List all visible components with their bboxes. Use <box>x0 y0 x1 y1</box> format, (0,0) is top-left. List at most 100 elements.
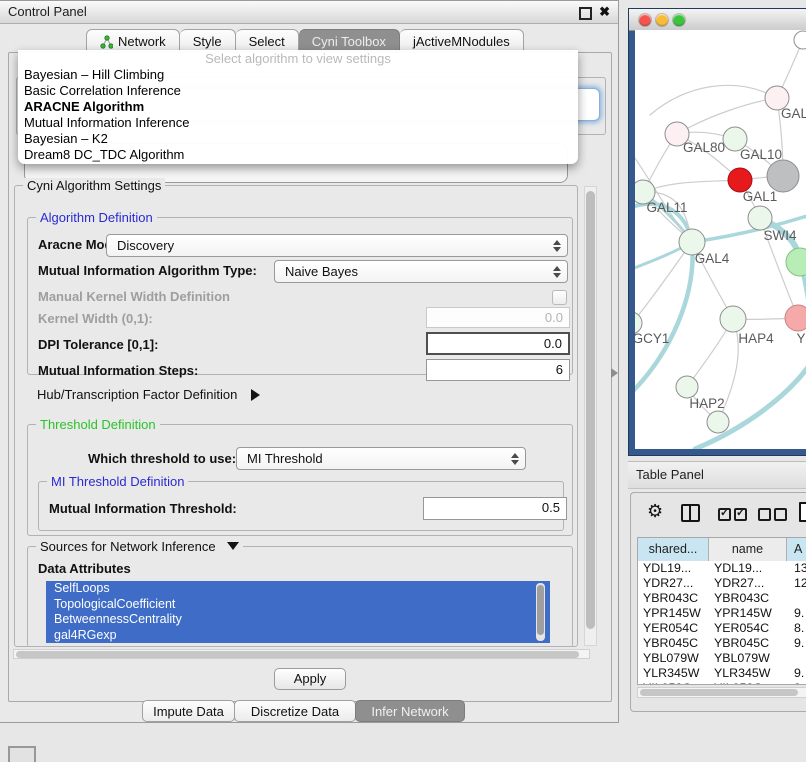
network-node[interactable] <box>748 206 772 230</box>
table-row[interactable]: YLR345WYLR345W9. <box>638 666 806 681</box>
column-header-shared-name[interactable]: shared... <box>638 538 709 561</box>
column-header-partial[interactable]: A <box>787 538 806 561</box>
mi-algorithm-type-combobox[interactable]: Naive Bayes <box>274 260 568 283</box>
desktop-widget-icon[interactable] <box>8 746 36 762</box>
table-cell[interactable]: YIL052C <box>709 681 787 685</box>
table-horizontal-scrollbar[interactable] <box>637 687 806 698</box>
which-threshold-combobox[interactable]: MI Threshold <box>236 447 526 470</box>
deselect-all-checkbox-icon[interactable] <box>774 508 787 521</box>
table-cell[interactable]: YPR145W <box>638 606 709 621</box>
algorithm-option[interactable]: ARACNE Algorithm <box>18 99 578 115</box>
mi-threshold-input[interactable]: 0.5 <box>423 497 567 520</box>
table-cell[interactable]: YBR045C <box>638 636 709 651</box>
sources-title-text: Sources for Network Inference <box>40 539 216 554</box>
minimize-traffic-light-icon[interactable] <box>656 14 668 26</box>
table-cell[interactable]: YBL079W <box>638 651 709 666</box>
attribute-list-item[interactable]: gal4RGexp <box>46 628 550 644</box>
algorithm-option-list: Bayesian – Hill ClimbingBasic Correlatio… <box>18 67 578 163</box>
cyni-toolbox-panel: Select algorithm to view settings Bayesi… <box>8 52 612 702</box>
network-node[interactable] <box>720 306 746 332</box>
table-cell[interactable]: 12 <box>787 576 806 591</box>
table-row[interactable]: YIL052CYIL052C9. <box>638 681 806 685</box>
float-window-icon[interactable] <box>579 7 592 20</box>
table-cell[interactable]: YER054C <box>638 621 709 636</box>
dpi-tolerance-input[interactable]: 0.0 <box>426 332 570 355</box>
algorithm-option[interactable]: Bayesian – K2 <box>18 131 578 147</box>
table-cell[interactable]: 9. <box>787 606 806 621</box>
table-cell[interactable]: YBR045C <box>709 636 787 651</box>
table-cell[interactable]: YBR043C <box>638 591 709 606</box>
table-row[interactable]: YDL19...YDL19...13 <box>638 561 806 576</box>
column-header-name[interactable]: name <box>709 538 787 561</box>
network-node[interactable] <box>767 160 799 192</box>
tab-impute-data[interactable]: Impute Data <box>142 700 235 722</box>
table-cell[interactable]: YDR27... <box>638 576 709 591</box>
algorithm-option[interactable]: Dream8 DC_TDC Algorithm <box>18 147 578 163</box>
manual-kernel-checkbox[interactable] <box>552 290 567 305</box>
network-node[interactable] <box>676 376 698 398</box>
network-node[interactable] <box>707 411 729 433</box>
aracne-mode-value: Discovery <box>117 238 174 253</box>
select-all-checkbox-icon[interactable] <box>718 508 731 521</box>
table-cell[interactable] <box>787 651 806 666</box>
table-row[interactable]: YER054CYER054C8. <box>638 621 806 636</box>
apply-button[interactable]: Apply <box>274 668 346 690</box>
gear-icon[interactable]: ⚙ <box>647 502 663 520</box>
table-cell[interactable]: YER054C <box>709 621 787 636</box>
aracne-mode-combobox[interactable]: Discovery <box>106 234 568 257</box>
attribute-list-item[interactable]: SelfLoops <box>46 581 550 597</box>
network-node[interactable] <box>785 305 806 331</box>
table-row[interactable]: YDR27...YDR27...12 <box>638 576 806 591</box>
tab-infer-network[interactable]: Infer Network <box>355 700 465 722</box>
table-row[interactable]: YBR045CYBR045C9. <box>638 636 806 651</box>
mi-steps-input[interactable]: 6 <box>426 359 570 381</box>
table-cell[interactable]: YLR345W <box>709 666 787 681</box>
document-icon[interactable] <box>799 502 806 522</box>
deselect-all-checkbox-icon[interactable] <box>758 508 771 521</box>
table-cell[interactable]: YDR27... <box>709 576 787 591</box>
control-panel-tab-bar: Network Style Select Cyni Toolbox jActiv… <box>86 29 524 52</box>
table-cell[interactable]: 9. <box>787 636 806 651</box>
tab-discretize-data[interactable]: Discretize Data <box>234 700 356 722</box>
collapse-arrow-icon[interactable] <box>227 542 239 550</box>
table-cell[interactable]: 9. <box>787 681 806 685</box>
close-icon[interactable]: ✖ <box>599 4 610 20</box>
table-cell[interactable] <box>787 591 806 606</box>
columns-icon[interactable] <box>681 504 700 522</box>
expand-arrow-icon[interactable] <box>251 389 260 401</box>
table-cell[interactable]: 9. <box>787 666 806 681</box>
pane-splitter-arrow-icon[interactable] <box>611 368 618 378</box>
zoom-traffic-light-icon[interactable] <box>673 14 685 26</box>
table-cell[interactable]: YBR043C <box>709 591 787 606</box>
table-cell[interactable]: 8. <box>787 621 806 636</box>
attribute-list-item[interactable]: TopologicalCoefficient <box>46 597 550 613</box>
table-cell[interactable]: 13 <box>787 561 806 576</box>
table-row[interactable]: YBL079WYBL079W <box>638 651 806 666</box>
sources-title[interactable]: Sources for Network Inference <box>36 539 243 554</box>
table-cell[interactable]: YIL052C <box>638 681 709 685</box>
table-row[interactable]: YBR043CYBR043C <box>638 591 806 606</box>
algorithm-option[interactable]: Bayesian – Hill Climbing <box>18 67 578 83</box>
manual-kernel-label: Manual Kernel Width Definition <box>38 289 230 304</box>
close-traffic-light-icon[interactable] <box>639 14 651 26</box>
attribute-list-item[interactable]: BetweennessCentrality <box>46 612 550 628</box>
attributes-scrollbar[interactable] <box>536 583 545 641</box>
algorithm-option[interactable]: Basic Correlation Inference <box>18 83 578 99</box>
settings-vertical-scrollbar[interactable] <box>584 186 597 646</box>
network-canvas[interactable]: GALGAL80GAL10GAL1GAL11SWI4GAL4GCY1HAP4YH… <box>635 30 806 449</box>
kernel-width-input[interactable]: 0.0 <box>426 307 570 328</box>
network-node-label: GAL <box>781 106 806 121</box>
hub-tf-section[interactable]: Hub/Transcription Factor Definition <box>37 387 260 402</box>
network-node[interactable] <box>794 31 806 49</box>
table-cell[interactable]: YLR345W <box>638 666 709 681</box>
network-node[interactable] <box>786 248 806 276</box>
table-cell[interactable]: YBL079W <box>709 651 787 666</box>
table-cell[interactable]: YDL19... <box>638 561 709 576</box>
table-row[interactable]: YPR145WYPR145W9. <box>638 606 806 621</box>
table-cell[interactable]: YDL19... <box>709 561 787 576</box>
select-all-checkbox-icon[interactable] <box>734 508 747 521</box>
cyni-algorithm-settings-group: Cyni Algorithm Settings Algorithm Defini… <box>14 185 578 647</box>
algorithm-option[interactable]: Mutual Information Inference <box>18 115 578 131</box>
settings-horizontal-scrollbar[interactable] <box>13 649 590 659</box>
table-cell[interactable]: YPR145W <box>709 606 787 621</box>
